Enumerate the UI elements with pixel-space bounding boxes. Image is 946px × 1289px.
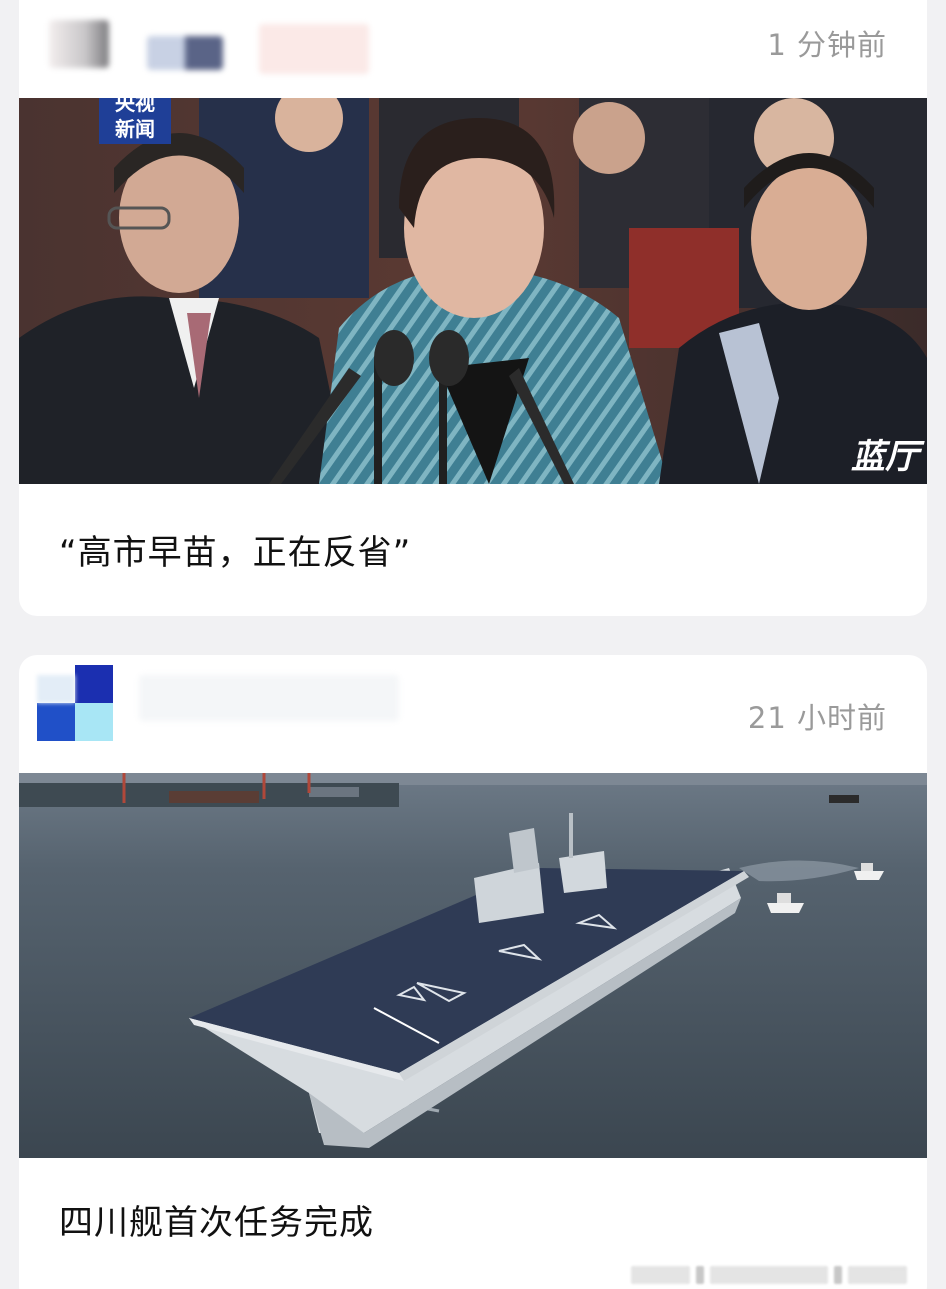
news-card[interactable]: 21 小时前 四川舰首次任务完成 (19, 655, 927, 1289)
corner-logo: 蓝厅 (851, 437, 925, 477)
channel-logo-line2: 新闻 (115, 117, 155, 141)
post-time: 1 分钟前 (767, 28, 887, 62)
watermark (631, 1263, 907, 1287)
card-header: 21 小时前 (19, 655, 927, 773)
news-feed: 1 分钟前 央视 新闻 蓝厅 “高市早苗，正在反省” 21 小时前 四川舰首次任… (0, 0, 946, 1289)
author-avatar[interactable] (37, 665, 113, 741)
card-header: 1 分钟前 (19, 0, 927, 98)
author-name[interactable] (147, 36, 223, 70)
channel-logo-line1: 央视 (115, 98, 155, 115)
news-image[interactable] (19, 773, 927, 1158)
news-card[interactable]: 1 分钟前 央视 新闻 蓝厅 “高市早苗，正在反省” (19, 0, 927, 616)
post-time: 21 小时前 (747, 701, 887, 735)
author-name[interactable] (139, 675, 399, 721)
news-title[interactable]: “高市早苗，正在反省” (59, 525, 411, 574)
author-avatar[interactable] (49, 20, 109, 68)
author-tag (259, 24, 369, 74)
news-image[interactable]: 央视 新闻 蓝厅 (19, 98, 927, 484)
news-title[interactable]: 四川舰首次任务完成 (59, 1195, 374, 1244)
